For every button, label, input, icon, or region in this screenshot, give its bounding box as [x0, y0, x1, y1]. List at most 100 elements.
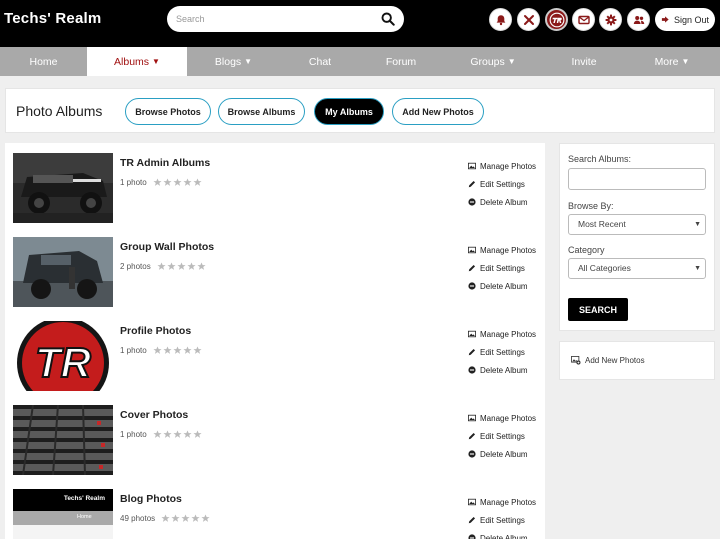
action-label: Edit Settings [480, 431, 525, 441]
quick-links-panel: Add New Photos [559, 341, 715, 380]
star-icon [163, 178, 172, 186]
friends-button[interactable] [627, 8, 650, 31]
tr-logo-text: TR [35, 339, 92, 386]
nav-label: Home [29, 55, 58, 68]
action-label: Manage Photos [480, 497, 537, 507]
add-new-photos-button[interactable]: Add New Photos [392, 98, 484, 125]
star-icon [197, 262, 206, 270]
album-meta: 49 photos [120, 514, 210, 523]
tools-button[interactable] [517, 8, 540, 31]
star-icon [171, 514, 180, 522]
star-rating[interactable] [161, 514, 210, 523]
header-search-box[interactable] [167, 6, 404, 32]
manage-photos-link[interactable]: Manage Photos [468, 325, 536, 343]
main-nav: Home Albums ▼ Blogs ▼ Chat Forum Groups … [0, 47, 720, 76]
nav-item-blogs[interactable]: Blogs ▼ [187, 47, 280, 76]
nav-label: Chat [308, 55, 332, 68]
albums-title-bar: Photo Albums Browse Photos Browse Albums… [5, 88, 715, 133]
manage-photos-link[interactable]: Manage Photos [468, 409, 536, 427]
nav-item-forum[interactable]: Forum [360, 47, 442, 76]
nav-item-more[interactable]: More ▼ [624, 47, 720, 76]
edit-settings-link[interactable]: Edit Settings [468, 427, 536, 445]
album-actions: Manage Photos Edit Settings Delete Album [468, 409, 536, 463]
pencil-icon [468, 348, 476, 356]
manage-photos-link[interactable]: Manage Photos [468, 493, 536, 511]
album-actions: Manage Photos Edit Settings Delete Album [468, 325, 536, 379]
photo-count: 1 photo [120, 346, 147, 355]
star-rating[interactable] [153, 430, 202, 439]
album-thumbnail[interactable] [13, 405, 113, 475]
notifications-button[interactable] [489, 8, 512, 31]
edit-settings-link[interactable]: Edit Settings [468, 175, 536, 193]
manage-photos-link[interactable]: Manage Photos [468, 241, 536, 259]
profile-avatar [549, 12, 564, 27]
photo-count: 1 photo [120, 178, 147, 187]
manage-photos-link[interactable]: Manage Photos [468, 157, 536, 175]
album-title[interactable]: Group Wall Photos [120, 241, 214, 253]
settings-button[interactable] [599, 8, 622, 31]
album-row: TR Profile Photos 1 photo Manage Photos … [13, 313, 543, 391]
star-rating[interactable] [153, 178, 202, 187]
thumb-nav-home: Home [77, 514, 92, 520]
action-label: Manage Photos [480, 161, 537, 171]
star-icon [183, 178, 192, 186]
album-title[interactable]: Cover Photos [120, 409, 188, 421]
star-rating[interactable] [153, 346, 202, 355]
image-icon [468, 162, 476, 170]
album-thumbnail[interactable]: Techs' Realm Home [13, 489, 113, 539]
star-icon [173, 346, 182, 354]
nav-item-invite[interactable]: Invite [544, 47, 624, 76]
search-button[interactable]: SEARCH [568, 298, 628, 321]
search-input[interactable] [176, 11, 366, 27]
category-select[interactable]: All Categories ▼ [568, 258, 706, 279]
album-thumbnail[interactable] [13, 237, 113, 307]
browse-by-label: Browse By: [568, 201, 614, 211]
site-brand[interactable]: Techs' Realm [4, 10, 101, 27]
star-icon [161, 514, 170, 522]
thumb-nav [13, 511, 113, 525]
browse-photos-button[interactable]: Browse Photos [125, 98, 211, 125]
profile-avatar-button[interactable] [545, 8, 568, 31]
messages-button[interactable] [572, 8, 595, 31]
browse-by-select[interactable]: Most Recent ▼ [568, 214, 706, 235]
album-row: Group Wall Photos 2 photos Manage Photos… [13, 229, 543, 307]
my-albums-button[interactable]: My Albums [314, 98, 384, 125]
image-icon [468, 330, 476, 338]
pencil-icon [468, 264, 476, 272]
edit-settings-link[interactable]: Edit Settings [468, 343, 536, 361]
star-icon [193, 178, 202, 186]
action-label: Delete Album [480, 365, 528, 375]
album-thumbnail[interactable] [13, 153, 113, 223]
minus-circle-icon [468, 450, 476, 458]
edit-settings-link[interactable]: Edit Settings [468, 511, 536, 529]
star-icon [183, 346, 192, 354]
delete-album-link[interactable]: Delete Album [468, 445, 536, 463]
action-label: Delete Album [480, 449, 528, 459]
delete-album-link[interactable]: Delete Album [468, 529, 536, 539]
delete-album-link[interactable]: Delete Album [468, 277, 536, 295]
album-meta: 1 photo [120, 430, 202, 439]
album-title[interactable]: Blog Photos [120, 493, 182, 505]
search-albums-input[interactable] [568, 168, 706, 190]
album-actions: Manage Photos Edit Settings Delete Album [468, 241, 536, 295]
album-meta: 1 photo [120, 178, 202, 187]
edit-settings-link[interactable]: Edit Settings [468, 259, 536, 277]
chevron-down-icon: ▼ [244, 57, 253, 66]
action-label: Delete Album [480, 281, 528, 291]
nav-item-albums[interactable]: Albums ▼ [87, 47, 187, 76]
delete-album-link[interactable]: Delete Album [468, 361, 536, 379]
sign-out-button[interactable]: Sign Out [655, 8, 715, 31]
browse-albums-button[interactable]: Browse Albums [218, 98, 305, 125]
add-new-photos-link[interactable]: Add New Photos [571, 356, 645, 365]
delete-album-link[interactable]: Delete Album [468, 193, 536, 211]
nav-item-home[interactable]: Home [0, 47, 87, 76]
nav-item-chat[interactable]: Chat [280, 47, 360, 76]
star-rating[interactable] [157, 262, 206, 271]
album-thumbnail[interactable]: TR [13, 321, 113, 391]
nav-item-groups[interactable]: Groups ▼ [442, 47, 544, 76]
album-title[interactable]: TR Admin Albums [120, 157, 210, 169]
action-label: Manage Photos [480, 245, 537, 255]
album-title[interactable]: Profile Photos [120, 325, 191, 337]
search-icon[interactable] [381, 12, 395, 26]
action-label: Delete Album [480, 197, 528, 207]
